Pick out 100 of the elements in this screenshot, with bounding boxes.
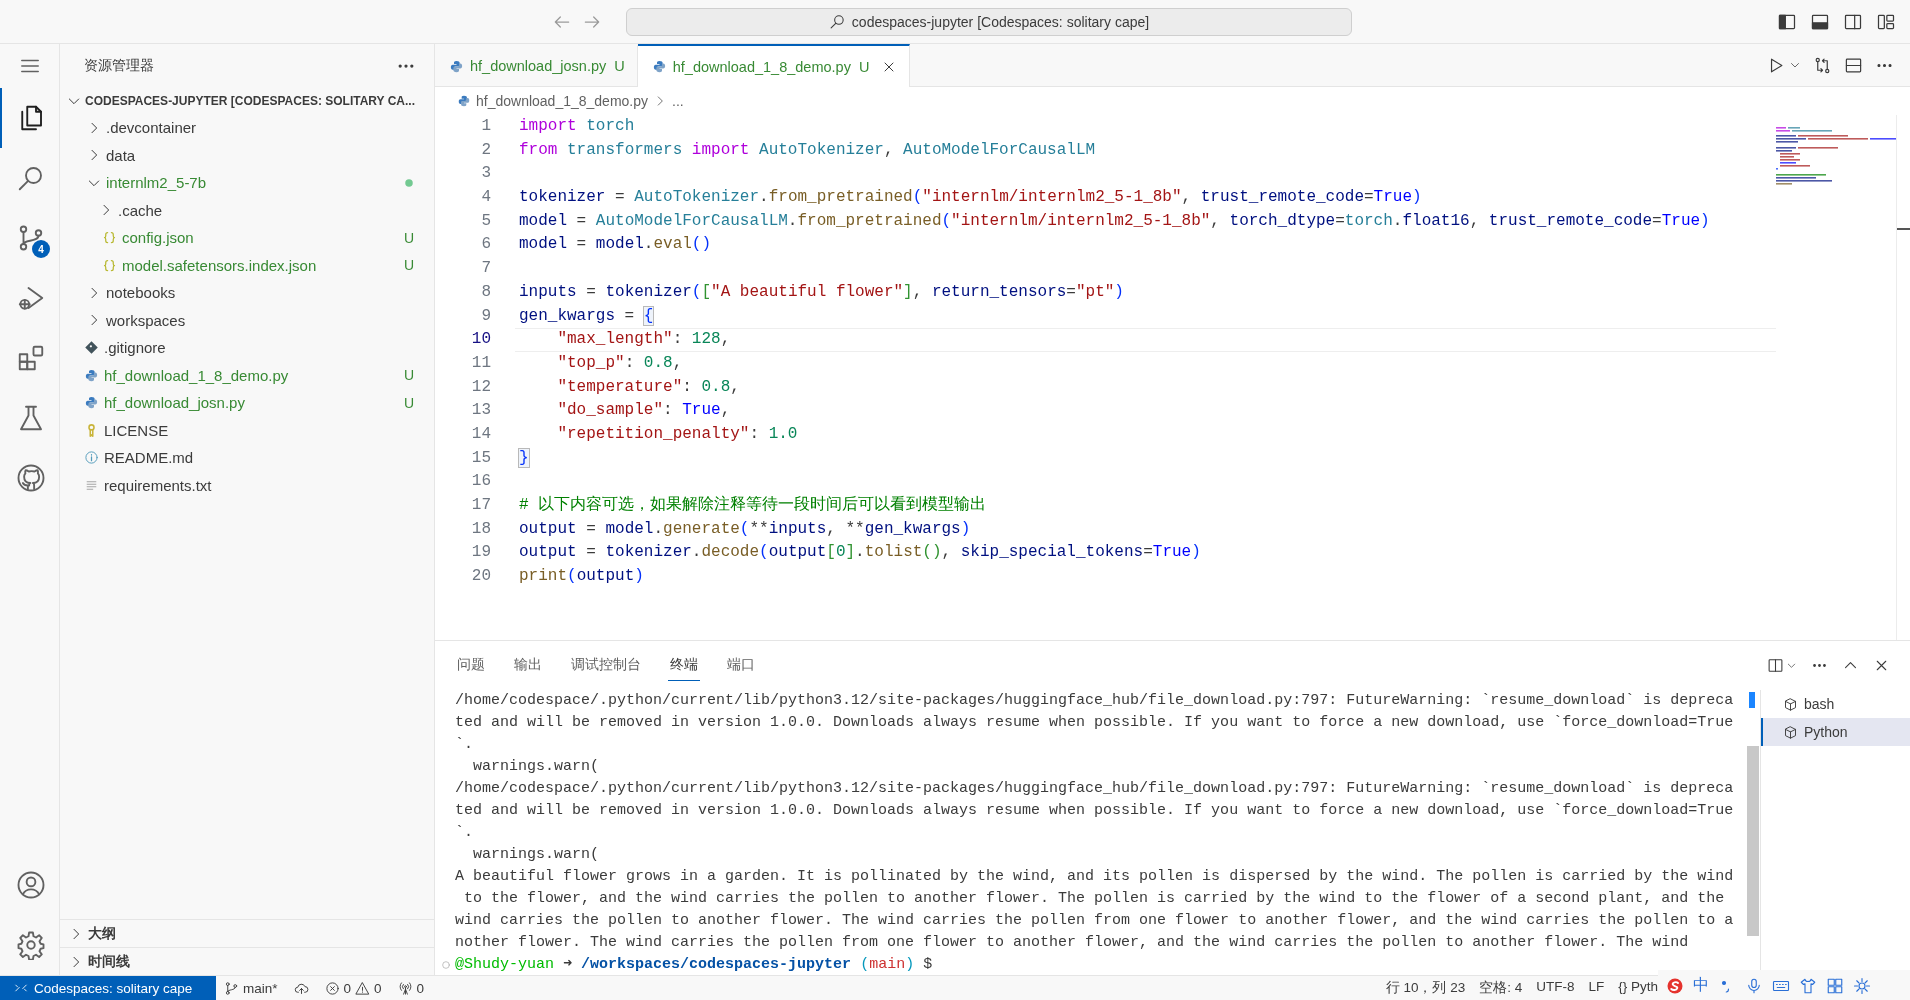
error-icon [324, 980, 340, 996]
command-marker-icon [441, 960, 451, 970]
input-mode[interactable]: 中 [1693, 975, 1709, 996]
status-item[interactable]: 0 [389, 976, 433, 1000]
folder-name[interactable]: data [106, 146, 136, 164]
line-number: 17 [470, 495, 491, 516]
panel-tab[interactable]: 端口 [725, 650, 757, 681]
warning-icon [355, 980, 371, 996]
file-name[interactable]: .gitignore [104, 339, 166, 357]
activity-tab[interactable]: 4 [0, 208, 59, 268]
split-terminal-icon[interactable] [1767, 657, 1784, 674]
line-number: 2 [480, 139, 491, 161]
info-icon [84, 450, 99, 466]
breadcrumb-item[interactable]: hf_download_1_8_demo.py [476, 93, 649, 109]
code-line: # 以下内容可选，如果解除注释等待一段时间后可以看到模型输出 [518, 494, 988, 516]
ime-logo-icon[interactable] [1666, 976, 1684, 995]
compare-icon[interactable] [1813, 55, 1832, 75]
terminal-prompt[interactable]: @Shudy-yuan ➜ /workspaces/codespaces-jupyter (main) $ [455, 954, 933, 976]
terminal-line: ted and will be removed in version 1.0.0. Downloads always resume when possible. If you want to force a new download, use `force_download=True [455, 801, 1735, 821]
file-name[interactable]: config.json [122, 229, 194, 247]
line-number: 4 [480, 187, 491, 209]
braces-icon [102, 257, 117, 273]
github-icon [15, 463, 46, 493]
line-number: 12 [470, 376, 491, 398]
git-status: U [402, 257, 416, 274]
command-center[interactable]: codespaces-jupyter [Codespaces: solitary cape] [626, 7, 1352, 36]
line-number: 9 [480, 305, 491, 327]
file-name[interactable]: hf_download_josn.py [104, 394, 245, 412]
code-line: gen_kwargs = { [518, 305, 655, 327]
status-item[interactable]: LF [1588, 979, 1605, 997]
microphone-icon[interactable] [1745, 976, 1763, 995]
cursor-marker [1749, 692, 1755, 708]
status-item[interactable]: 0 0 [316, 976, 390, 1000]
cube-icon [1783, 696, 1798, 712]
code-line: output = tokenizer.decode(output[0].tolist(), skip_special_tokens=True) [518, 542, 1202, 564]
status-item[interactable]: 行 10，列 23 [1385, 979, 1466, 997]
braces-icon [102, 230, 117, 246]
folder-name[interactable]: workspaces [106, 311, 186, 329]
line-number: 16 [470, 471, 491, 493]
terminal-line: `. [455, 735, 474, 755]
status-item[interactable]: {} Pyth [1618, 979, 1658, 997]
editor-tab[interactable]: hf_download_josn.py U [435, 44, 638, 86]
folder-name[interactable]: .cache [118, 201, 163, 219]
terminal-line: warnings.warn( [472, 845, 601, 865]
panel-tab[interactable]: 终端 [668, 650, 700, 681]
terminal-item[interactable]: Python [1761, 718, 1910, 746]
editor-tab[interactable]: hf_download_1_8_demo.py U [637, 44, 911, 87]
section-title[interactable]: CODESPACES-JUPYTER [CODESPACES: SOLITARY CA... [85, 94, 416, 108]
scrollbar-thumb[interactable] [1747, 746, 1759, 936]
account-icon[interactable] [15, 870, 46, 900]
git-status: U [402, 394, 416, 411]
code-line: "do_sample": True, [556, 400, 732, 422]
breadcrumb-item[interactable]: ... [672, 93, 684, 109]
status-item[interactable]: UTF-8 [1536, 979, 1575, 997]
remote-indicator[interactable]: Codespaces: solitary cape [0, 976, 216, 1000]
cube-icon [1783, 724, 1798, 740]
file-name[interactable]: requirements.txt [104, 476, 212, 494]
terminal-line: /home/codespace/.python/current/lib/python3.12/site-packages/huggingface_hub/file_download.py:797: FutureWarning: `resume_download` is depreca [455, 779, 1735, 799]
line-number: 7 [480, 258, 491, 280]
section-title[interactable]: 大纲 [88, 924, 116, 943]
panel-tab[interactable]: 问题 [455, 650, 487, 681]
folder-name[interactable]: notebooks [106, 284, 176, 302]
file-name[interactable]: model.safetensors.index.json [122, 256, 317, 274]
settings-icon[interactable] [1853, 976, 1871, 995]
code-line: from transformers import AutoTokenizer, AutoModelForCausalLM [518, 139, 1097, 161]
line-number: 8 [480, 281, 491, 303]
code-line: inputs = tokenizer(["A beautiful flower"], return_tensors="pt") [518, 281, 1125, 303]
git-status: U [402, 367, 416, 384]
line-number: 1 [480, 116, 491, 137]
panel-tab[interactable]: 输出 [512, 650, 544, 681]
chevron-down-icon[interactable] [1786, 660, 1797, 671]
line-number: 18 [470, 518, 491, 540]
code-line: import torch [518, 116, 636, 137]
terminal-line: nother flower. The wind carries the pollen from one flower to another flower, and the wind carries the pollen to another flower. The wind [455, 933, 1690, 953]
line-number: 20 [470, 566, 491, 588]
line-number: 10 [470, 329, 491, 351]
code-line: print(output) [518, 566, 645, 588]
remote-icon [14, 981, 28, 995]
code-line: "temperature": 0.8, [556, 376, 741, 398]
file-name[interactable]: LICENSE [104, 421, 169, 439]
code-line: "max_length": 128, [515, 328, 1776, 352]
grid-icon[interactable] [1826, 976, 1844, 995]
file-name[interactable]: README.md [104, 449, 194, 467]
git-status: U [402, 229, 416, 246]
status-item[interactable]: 空格: 4 [1479, 979, 1523, 997]
file-name[interactable]: hf_download_1_8_demo.py [104, 366, 289, 384]
line-number: 14 [470, 423, 491, 445]
shirt-icon[interactable] [1799, 976, 1817, 995]
count-badge: 4 [32, 240, 50, 258]
status-item[interactable]: main* [216, 976, 286, 1000]
settings-icon[interactable] [15, 930, 46, 960]
section-title[interactable]: 时间线 [88, 952, 130, 971]
terminal-item[interactable]: bash [1761, 690, 1910, 718]
line-number: 6 [480, 234, 491, 256]
code-line: model = model.eval() [518, 234, 713, 256]
panel-tab[interactable]: 调试控制台 [569, 650, 643, 681]
folder-name[interactable]: internlm2_5-7b [106, 174, 207, 192]
folder-name[interactable]: .devcontainer [106, 119, 197, 137]
code-line: tokenizer = AutoTokenizer.from_pretrained("internlm/internlm2_5-1_8b", trust_remote_code=True) [518, 187, 1423, 209]
line-number: 15 [470, 447, 491, 469]
